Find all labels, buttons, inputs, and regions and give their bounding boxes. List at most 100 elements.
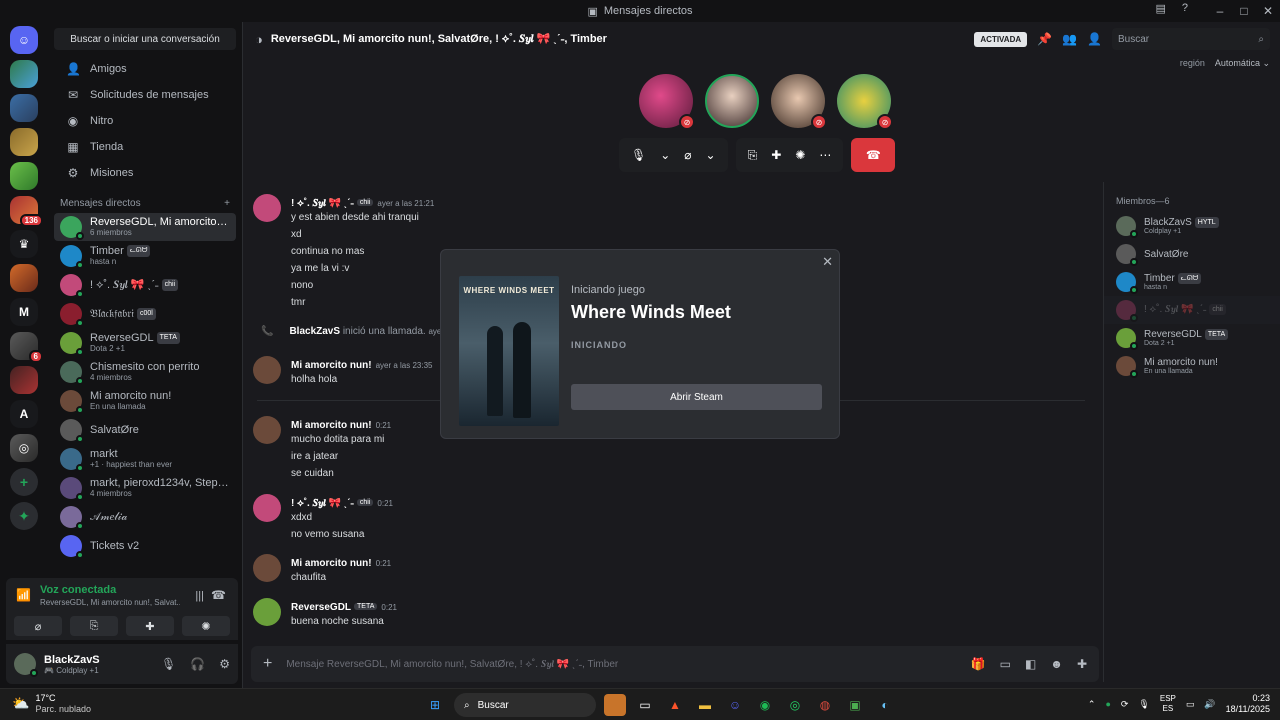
network-icon[interactable]: ▭ — [1186, 699, 1195, 710]
discover-icon[interactable]: ✦ — [10, 502, 38, 530]
screen-share-button[interactable]: ⎘ — [70, 616, 118, 636]
avatar[interactable] — [253, 494, 281, 522]
tray-sync-icon[interactable]: ⟳ — [1121, 699, 1129, 710]
dm-item[interactable]: ReverseGDL TETA Dota 2 +1 — [54, 329, 236, 357]
gif-icon[interactable]: ▭ — [1000, 657, 1011, 671]
chevron-down-icon[interactable]: ⌄ — [706, 148, 716, 162]
nav-quests[interactable]: ⚙ Misiones — [54, 160, 236, 186]
dm-item[interactable]: ReverseGDL, Mi amorcito nun!, Salvat...6… — [54, 213, 236, 241]
server-icon[interactable]: A — [10, 400, 38, 428]
dm-search-button[interactable]: Buscar o iniciar una conversación — [54, 28, 236, 50]
camera-off-icon[interactable]: ⌀ — [684, 148, 691, 162]
message-author[interactable]: Mi amorcito nun! — [291, 558, 372, 569]
discord-icon[interactable]: ☺ — [724, 694, 746, 716]
avatar[interactable] — [253, 554, 281, 582]
soundboard-icon[interactable]: ✺ — [795, 148, 805, 162]
participant-avatar[interactable]: ⊘ — [837, 74, 893, 130]
screen-share-icon[interactable]: ⎘ — [748, 148, 758, 163]
system-message-author[interactable]: BlackZavS — [289, 326, 340, 337]
dm-item[interactable]: Chismesito con perrito 4 miembros — [54, 358, 236, 386]
dm-item[interactable]: 𝒜𝓂𝑒𝓁𝒾𝒶 — [54, 503, 236, 531]
server-icon[interactable]: 6 — [10, 332, 43, 363]
channel-title[interactable]: ReverseGDL, Mi amorcito nun!, SalvatØre,… — [271, 32, 607, 46]
search-input[interactable]: Buscar ⌕ — [1112, 28, 1270, 50]
server-icon[interactable]: ♛ — [10, 230, 38, 258]
server-icon[interactable] — [10, 94, 38, 122]
tray-mic-icon[interactable]: 🎙 — [1138, 699, 1149, 710]
dm-item[interactable]: ! ⟡˚. 𝑺𝒚𝒍 🎀 ˎˊ˗ chii — [54, 271, 236, 299]
minimize-button[interactable]: – — [1208, 4, 1232, 18]
member-item[interactable]: ! ⟡˚. 𝑺𝒚𝒍 🎀 ˎˊ˗ chii — [1104, 296, 1280, 324]
microphone-icon[interactable]: 🎙 — [631, 148, 646, 162]
dm-item[interactable]: Timber ᓚᘏᗢ hasta n — [54, 242, 236, 270]
inbox-icon[interactable]: ▤ — [1155, 2, 1165, 15]
home-button[interactable]: ☺ — [10, 26, 38, 54]
composer-placeholder[interactable]: Mensaje ReverseGDL, Mi amorcito nun!, Sa… — [286, 659, 618, 670]
message-author[interactable]: ReverseGDL — [291, 602, 351, 613]
volume-icon[interactable]: 🔊 — [1204, 699, 1215, 710]
avatar[interactable] — [253, 356, 281, 384]
avatar[interactable] — [253, 416, 281, 444]
taskbar-search[interactable]: ⌕ Buscar — [454, 693, 596, 717]
member-item[interactable]: SalvatØre — [1104, 240, 1280, 268]
steam-icon[interactable]: ◐ — [874, 694, 896, 716]
xbox-icon[interactable]: ▣ — [844, 694, 866, 716]
dm-item[interactable]: Mi amorcito nun! En una llamada — [54, 387, 236, 415]
dm-item[interactable]: Tickets v2 — [54, 532, 236, 560]
nav-nitro[interactable]: ◉ Nitro — [54, 108, 236, 134]
avatar[interactable] — [253, 598, 281, 626]
close-icon[interactable]: ✕ — [822, 254, 833, 270]
activities-button[interactable]: ✚ — [126, 616, 174, 636]
gift-icon[interactable]: 🎁 — [971, 657, 986, 671]
close-button[interactable]: ✕ — [1256, 4, 1280, 18]
open-steam-button[interactable]: Abrir Steam — [571, 384, 822, 410]
server-icon[interactable] — [10, 128, 38, 156]
message-author[interactable]: ! ⟡˚. 𝑺𝒚𝒍 🎀 ˎˊ˗ — [291, 198, 354, 209]
avatar[interactable] — [253, 194, 281, 222]
attach-plus-icon[interactable]: + — [263, 655, 272, 673]
server-icon[interactable] — [10, 264, 38, 292]
message-author[interactable]: Mi amorcito nun! — [291, 420, 372, 431]
dm-item[interactable]: markt +1 · happiest than ever — [54, 445, 236, 473]
message-composer[interactable]: + Mensaje ReverseGDL, Mi amorcito nun!, … — [251, 646, 1099, 682]
weather-widget[interactable]: ⛅ 17°C Parc. nublado — [12, 693, 91, 714]
participant-avatar[interactable]: ⊘ — [639, 74, 695, 130]
server-icon[interactable] — [10, 162, 38, 190]
whatsapp-icon[interactable]: ◎ — [784, 694, 806, 716]
member-item[interactable]: Mi amorcito nun! En una llamada — [1104, 352, 1280, 380]
server-icon[interactable] — [10, 60, 38, 88]
spotify-icon[interactable]: ◉ — [754, 694, 776, 716]
help-icon[interactable]: ? — [1182, 2, 1188, 15]
participant-avatar[interactable] — [705, 74, 759, 128]
member-item[interactable]: Timber ᓚᘏᗢ hasta n — [1104, 268, 1280, 296]
dm-item[interactable]: 𝔅𝔩𝔞𝔠𝔨𝔣𝔞𝔟𝔯𝔦 c00l — [54, 300, 236, 328]
clock[interactable]: 0:23 18/11/2025 — [1226, 693, 1270, 715]
region-value[interactable]: Automática ⌄ — [1215, 58, 1270, 69]
participant-avatar[interactable]: ⊘ — [771, 74, 827, 130]
add-server-icon[interactable]: + — [10, 468, 38, 496]
task-view-icon[interactable]: ▭ — [634, 694, 656, 716]
member-item[interactable]: BlackZavS HYTL Coldplay +1 — [1104, 212, 1280, 240]
camera-off-button[interactable]: ⌀ — [14, 616, 62, 636]
emoji-icon[interactable]: ☻ — [1050, 657, 1063, 671]
nav-friends[interactable]: 👤 Amigos — [54, 56, 236, 82]
soundboard-wave-icon[interactable]: ||| — [195, 590, 204, 602]
dm-item[interactable]: SalvatØre — [54, 416, 236, 444]
language-indicator[interactable]: ESP ES — [1160, 694, 1176, 714]
region-selector[interactable]: región Automática ⌄ — [1180, 58, 1270, 69]
mic-control[interactable]: 🎙 ⌄ ⌀ ⌄ — [619, 138, 728, 172]
voice-channel[interactable]: ReverseGDL, Mi amorcito nun!, Salvat... — [40, 598, 180, 607]
apps-icon[interactable]: ✚ — [1077, 657, 1087, 671]
message-author[interactable]: ! ⟡˚. 𝑺𝒚𝒍 🎀 ˎˊ˗ — [291, 498, 354, 509]
game-app-icon[interactable] — [604, 694, 626, 716]
server-icon[interactable]: 136 — [10, 196, 43, 227]
add-dm-button[interactable]: + — [224, 198, 230, 209]
activity-controls[interactable]: ⎘ ✚ ✺ ⋯ — [735, 138, 844, 172]
chrome-icon[interactable]: ◍ — [814, 694, 836, 716]
server-icon[interactable]: M — [10, 298, 38, 326]
sticker-icon[interactable]: ◧ — [1025, 657, 1036, 671]
server-icon[interactable] — [10, 366, 38, 394]
nav-shop[interactable]: ▦ Tienda — [54, 134, 236, 160]
file-explorer-icon[interactable]: ▬ — [694, 694, 716, 716]
more-icon[interactable]: ⋯ — [819, 148, 831, 162]
